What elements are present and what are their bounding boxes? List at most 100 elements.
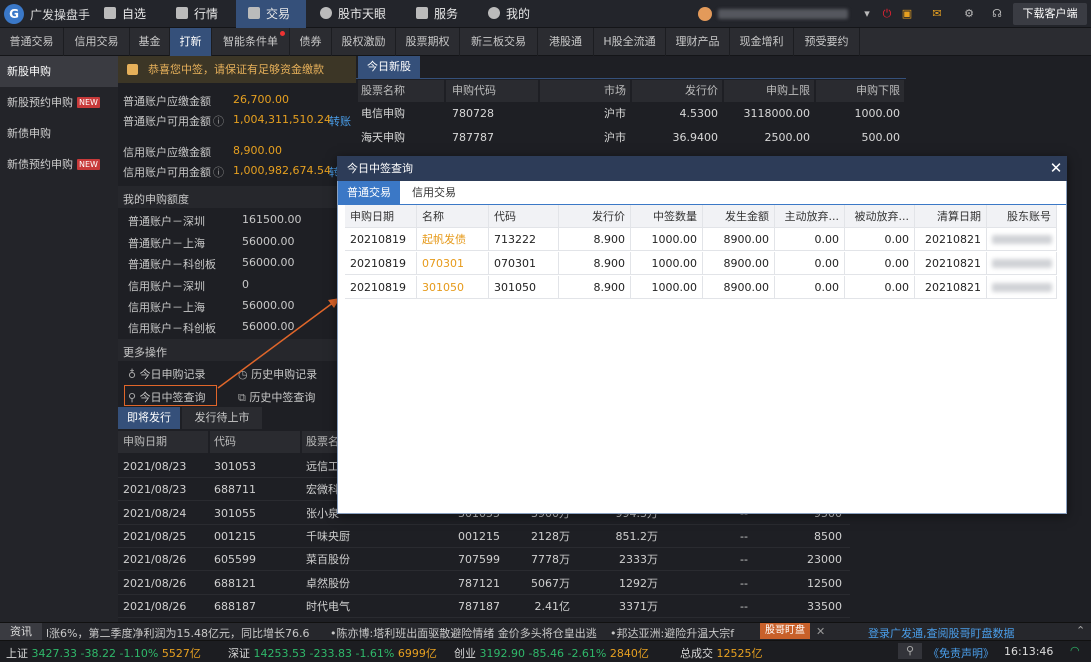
dialog-tab-credit[interactable]: 信用交易 xyxy=(400,181,468,204)
tab-licai[interactable]: 理财产品 xyxy=(666,28,730,56)
today-win-link[interactable]: ⚲ 今日中签查询 xyxy=(128,389,206,405)
nav-hangqing[interactable]: 行情 xyxy=(170,0,234,28)
dialog-td: 0.00 xyxy=(775,228,845,251)
tab-yaoyue[interactable]: 预受要约 xyxy=(794,28,860,56)
news-item[interactable]: •陈亦博:塔利班出面驱散避险情绪 金价多头将仓皇出逃 xyxy=(330,625,600,641)
tab-qiquan[interactable]: 股票期权 xyxy=(396,28,460,56)
news-item[interactable]: l涨6%，第二季度净利润为15.48亿元，同比增长76.6% xyxy=(46,625,310,641)
tab-xinyong[interactable]: 信用交易 xyxy=(64,28,130,56)
index-change: -38.22 xyxy=(80,647,116,660)
chevron-down-icon[interactable]: ▾ xyxy=(860,7,874,21)
nav-wode[interactable]: 我的 xyxy=(482,0,546,28)
table-cell: 2021/08/24 xyxy=(123,506,187,520)
table-cell: -- xyxy=(740,529,748,543)
expand-icon[interactable]: ⌃ xyxy=(1076,624,1085,637)
td: 沪市 xyxy=(604,131,626,144)
dialog-td: 1000.00 xyxy=(631,252,703,275)
nav-jiaoyi[interactable]: 交易 xyxy=(236,0,306,28)
nav-fuwu[interactable]: 服务 xyxy=(410,0,474,28)
tab-jijin[interactable]: 基金 xyxy=(130,28,170,56)
avatar[interactable] xyxy=(698,7,712,21)
tab-guquan[interactable]: 股权激励 xyxy=(332,28,396,56)
dialog-td: 20210821 xyxy=(915,228,987,251)
tab-daxin[interactable]: 打新 xyxy=(170,28,212,56)
help-icon[interactable]: ⓘ xyxy=(213,164,224,180)
td: 3118000.00 xyxy=(743,107,810,120)
dialog-th: 被动放弃... xyxy=(845,205,915,228)
tab-upcoming[interactable]: 即将发行 xyxy=(118,407,180,429)
table-cell: 851.2万 xyxy=(615,529,659,543)
help-icon[interactable]: ⓘ xyxy=(213,113,224,129)
td: 500.00 xyxy=(861,131,901,144)
power-icon[interactable]: ⏻ xyxy=(880,7,894,21)
quota-value: 56000.00 xyxy=(242,235,295,248)
dialog-tab-normal[interactable]: 普通交易 xyxy=(338,181,400,204)
sidebar-item-xingu-yuyue[interactable]: 新股预约申购 NEW xyxy=(0,87,118,118)
table-cell: 301053 xyxy=(214,460,256,473)
today-apply-link[interactable]: ♁ 今日申购记录 xyxy=(128,366,206,382)
tab-xinsanban[interactable]: 新三板交易 xyxy=(460,28,538,56)
sidebar-item-xinzhai-yuyue[interactable]: 新债预约申购 NEW xyxy=(0,149,118,180)
tab-ganggutong[interactable]: 港股通 xyxy=(538,28,594,56)
tab-zhaiquan[interactable]: 债券 xyxy=(290,28,332,56)
news-close-icon[interactable]: ✕ xyxy=(816,625,825,638)
annotation-arrow xyxy=(217,298,340,389)
search-icon[interactable]: ⚲ xyxy=(898,643,922,659)
nav-zixuan[interactable]: 自选 xyxy=(98,0,162,28)
stock-watch-button[interactable]: 股哥盯盘 xyxy=(760,623,810,639)
tab-xianjin[interactable]: 现金增利 xyxy=(730,28,794,56)
tab-h-share[interactable]: H股全流通 xyxy=(594,28,666,56)
tab-putong[interactable]: 普通交易 xyxy=(0,28,64,56)
credit-due-value: 8,900.00 xyxy=(233,144,282,157)
new-badge: NEW xyxy=(77,159,100,170)
td[interactable]: 海天申购 xyxy=(361,127,445,149)
headset-icon[interactable]: ☊ xyxy=(990,7,1004,21)
transfer-link[interactable]: 转账 xyxy=(329,113,351,129)
hammer-icon xyxy=(248,7,260,19)
nav-tianyan[interactable]: 股市天眼 xyxy=(314,0,398,28)
lock-icon[interactable]: ▣ xyxy=(900,7,914,21)
dialog-td xyxy=(987,228,1057,251)
link-label: 今日中签查询 xyxy=(139,391,206,404)
td[interactable]: 电信申购 xyxy=(361,103,445,125)
index-value: 3192.90 xyxy=(479,647,526,660)
disclaimer-link[interactable]: 《免责声明》 xyxy=(928,645,994,661)
sidebar-item-label: 新股预约申购 xyxy=(7,96,73,109)
news-item[interactable]: •邦达亚洲:避险升温大宗f xyxy=(610,625,758,641)
dialog-th: 申购日期 xyxy=(345,205,417,228)
download-client-button[interactable]: 下载客户端 xyxy=(1013,3,1087,25)
plus-square-icon xyxy=(104,7,116,19)
gear-icon[interactable]: ⚙ xyxy=(962,7,976,21)
td: 1000.00 xyxy=(854,107,901,120)
sidebar-item-xingu[interactable]: 新股申购 xyxy=(0,56,118,87)
index-sz[interactable]: 深证 14253.53 -233.83 -1.61% 6999亿 xyxy=(228,645,437,661)
index-sh[interactable]: 上证 3427.33 -38.22 -1.10% 5527亿 xyxy=(6,645,201,661)
divider xyxy=(356,78,906,79)
th: 发行价 xyxy=(632,80,722,102)
index-pct: -1.61% xyxy=(355,647,395,660)
close-icon[interactable]: ✕ xyxy=(1046,156,1066,181)
table-cell: 1292万 xyxy=(619,576,658,590)
tab-pending-listing[interactable]: 发行待上市 xyxy=(182,407,262,429)
dialog-td xyxy=(987,252,1057,275)
th: 申购代码 xyxy=(446,80,538,102)
notification-dot xyxy=(280,31,285,36)
quota-value: 161500.00 xyxy=(242,213,302,226)
table-cell: 7778万 xyxy=(531,553,570,567)
table-cell: 2021/08/23 xyxy=(123,483,187,497)
dialog-td: 20210821 xyxy=(915,276,987,299)
td: 36.9400 xyxy=(672,131,719,144)
news-tag[interactable]: 资讯 xyxy=(0,623,42,640)
login-prompt[interactable]: 登录广发通,查阅股哥盯盘数据 xyxy=(868,625,1068,641)
tab-today-new[interactable]: 今日新股 xyxy=(358,56,420,78)
nav-label: 自选 xyxy=(122,7,147,21)
dialog-td: 8900.00 xyxy=(703,228,775,251)
tab-zhineng[interactable]: 智能条件单 xyxy=(212,28,290,56)
mail-icon[interactable]: ✉ xyxy=(930,7,944,21)
dialog-th: 名称 xyxy=(417,205,489,228)
dialog-th: 主动放弃... xyxy=(775,205,845,228)
sidebar-item-xinzhai[interactable]: 新债申购 xyxy=(0,118,118,149)
index-cy[interactable]: 创业 3192.90 -85.46 -2.61% 2840亿 xyxy=(454,645,649,661)
win-notice-banner: 恭喜您中签，请保证有足够资金缴款 xyxy=(118,56,356,83)
table-cell: 787187 xyxy=(458,599,500,613)
